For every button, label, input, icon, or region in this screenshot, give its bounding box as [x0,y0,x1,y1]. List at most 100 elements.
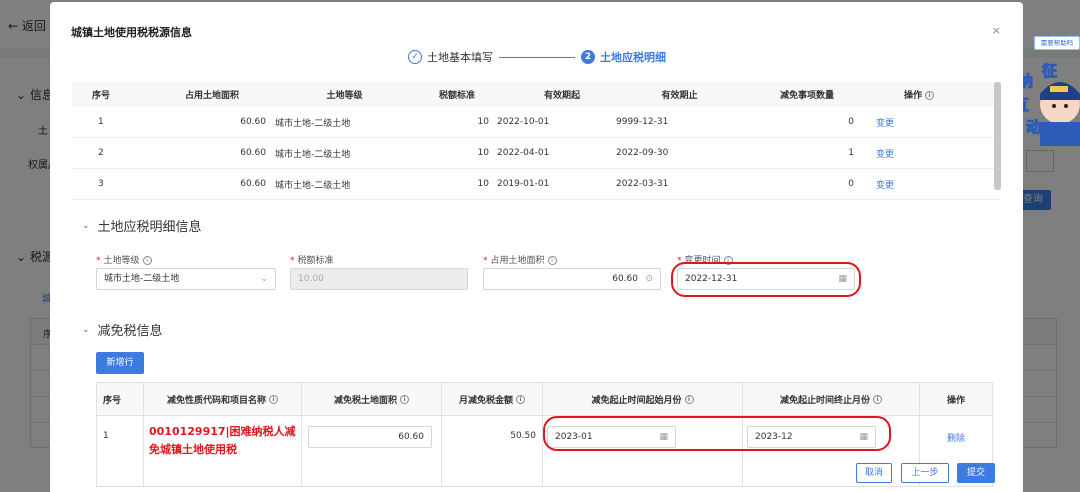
step-connector [499,56,575,58]
header-cell: 减免起止时间起始月份 i [543,383,743,415]
scrollbar-thumb[interactable] [994,82,1001,190]
header-cell: 减免税土地面积 i [302,383,442,415]
exempt-area-input[interactable]: 60.60 [308,426,432,448]
exempt-section-header[interactable]: ⌄ 减免税信息 [82,320,163,339]
chevron-down-icon: ⌄ [82,220,90,231]
table-header: 序号 占用土地面积 土地等级 税额标准 有效期起 有效期止 减免事项数量 操作 i [72,82,1000,107]
info-icon[interactable]: i [925,91,934,100]
step-label: 土地应税明细 [600,51,666,64]
cell-amount-text: 50.50 [510,431,536,441]
header-cell: 有效期起 [543,91,580,101]
header-cell: 操作 [920,383,992,415]
cell-grade: 城市土地-二级土地 [275,118,351,129]
steps-indicator: ✓ 土地基本填写 2 土地应税明细 [408,48,666,66]
tax-detail-table: 序号 占用土地面积 土地等级 税额标准 有效期起 有效期止 减免事项数量 操作 i… [72,82,1000,200]
grade-select-value: 城市土地-二级土地 [104,274,180,284]
grade-label: * 土地等级 i [96,253,152,266]
header-label: 操作 [946,395,965,406]
cell-rate: 10 [477,179,489,189]
cell-start: 2019-01-01 [497,179,550,189]
step-label: 土地基本填写 [427,51,493,64]
change-link[interactable]: 变更 [856,178,916,191]
close-icon[interactable]: × [992,24,1001,37]
info-icon[interactable]: i [516,394,525,404]
chevron-down-icon: ⌄ [260,274,268,284]
info-icon[interactable]: i [269,394,278,404]
header-cell: 减免起止时间终止月份 i [743,383,920,415]
add-row-button[interactable]: 新增行 [96,352,144,374]
header-label: 减免性质代码和项目名称 [166,395,266,406]
cancel-button[interactable]: 取消 [856,463,892,483]
cell-no-text: 1 [103,431,109,441]
table-row: 2 60.60 城市土地-二级土地 10 2022-04-01 2022-09-… [72,138,1000,169]
cell-no: 1 [97,416,144,486]
info-icon[interactable]: i [873,394,882,404]
header-cell: 序号 [97,383,144,415]
exempt-name-line: 免城镇土地使用税 [149,443,237,456]
cell-rate: 10 [477,148,489,158]
cell-area: 60.60 [240,179,266,189]
cell-start: 2022-04-01 [497,148,550,158]
change-link[interactable]: 变更 [856,116,916,129]
highlight-oval [543,416,891,451]
cell-count: 0 [848,117,854,127]
table-header: 序号 减免性质代码和项目名称 i 减免税土地面积 i 月减免税金额 i 减免起止时间起… [97,383,992,416]
change-link[interactable]: 变更 [856,147,916,160]
cell-amount: 50.50 [442,416,543,486]
detail-section-title: 土地应税明细信息 [97,220,202,235]
cell-rate: 10 [477,117,489,127]
area-input-value: 60.60 [612,274,638,284]
cell-no: 3 [98,179,104,189]
table-row: 1 60.60 城市土地-二级土地 10 2022-10-01 9999-12-… [72,107,1000,138]
delete-link[interactable]: 删除 [947,431,965,444]
cell-end: 2022-09-30 [616,148,669,158]
rate-label-text: 税额标准 [297,256,334,266]
cell-start: 2022-10-01 [497,117,550,127]
header-cell: 占用土地面积 [184,91,239,101]
modal-title: 城镇土地使用税税源信息 [71,26,192,39]
area-input[interactable]: 60.60 ⊙ [483,268,661,290]
header-label: 月减免税金额 [458,395,513,406]
header-cell: 月减免税金额 i [442,383,543,415]
header-action-label: 操作 [903,91,922,101]
table-row: 3 60.60 城市土地-二级土地 10 2019-01-01 2022-03-… [72,169,1000,200]
exempt-name-line: 0010129917|困难纳税人减 [149,425,296,438]
info-icon[interactable]: i [547,256,557,265]
cell-end: 2022-03-31 [616,179,669,189]
help-badge[interactable]: 需要帮助吗 [1034,36,1080,50]
cell-end: 9999-12-31 [616,117,669,127]
rate-input[interactable]: 10.00 [290,268,468,290]
header-cell: 减免性质代码和项目名称 i [144,383,302,415]
info-icon[interactable]: i [684,394,694,404]
tax-source-modal: 城镇土地使用税税源信息 × ✓ 土地基本填写 2 土地应税明细 序号 占用土地面… [50,2,1023,492]
header-cell: 土地等级 [326,91,363,101]
cell-area: 60.60 [302,416,442,486]
cell-area: 60.60 [240,148,266,158]
header-cell: 减免事项数量 [779,91,834,101]
step-tax-detail[interactable]: 2 土地应税明细 [581,49,666,65]
submit-button[interactable]: 提交 [957,463,995,483]
info-icon[interactable]: i [400,394,409,404]
area-label-text: 占用土地面积 [490,256,545,266]
info-icon[interactable]: i [142,256,152,265]
check-circle-icon: ✓ [408,50,422,64]
header-cell: 税额标准 [438,91,475,101]
grade-select[interactable]: 城市土地-二级土地 ⌄ [96,268,276,290]
prev-step-button[interactable]: 上一步 [901,463,949,483]
header-label: 减免税土地面积 [333,395,397,406]
chevron-down-icon: ⌄ [82,324,90,335]
mascot-char: 征 [1042,62,1057,80]
rate-label: * 税额标准 [290,256,334,266]
cell-no: 1 [98,117,104,127]
cell-grade: 城市土地-二级土地 [275,149,351,160]
header-cell-action: 操作 i [872,88,952,101]
cell-area: 60.60 [240,117,266,127]
header-cell: 序号 [92,91,111,101]
detail-section-header[interactable]: ⌄ 土地应税明细信息 [82,216,202,235]
step-basic-info[interactable]: ✓ 土地基本填写 [408,49,493,65]
exempt-name-text: 0010129917|困难纳税人减 免城镇土地使用税 [149,423,296,459]
location-pin-icon: ⊙ [645,274,653,284]
table-scrollbar[interactable] [994,82,1001,190]
step-number: 2 [581,50,595,64]
cell-exempt-name: 0010129917|困难纳税人减 免城镇土地使用税 [144,416,302,486]
